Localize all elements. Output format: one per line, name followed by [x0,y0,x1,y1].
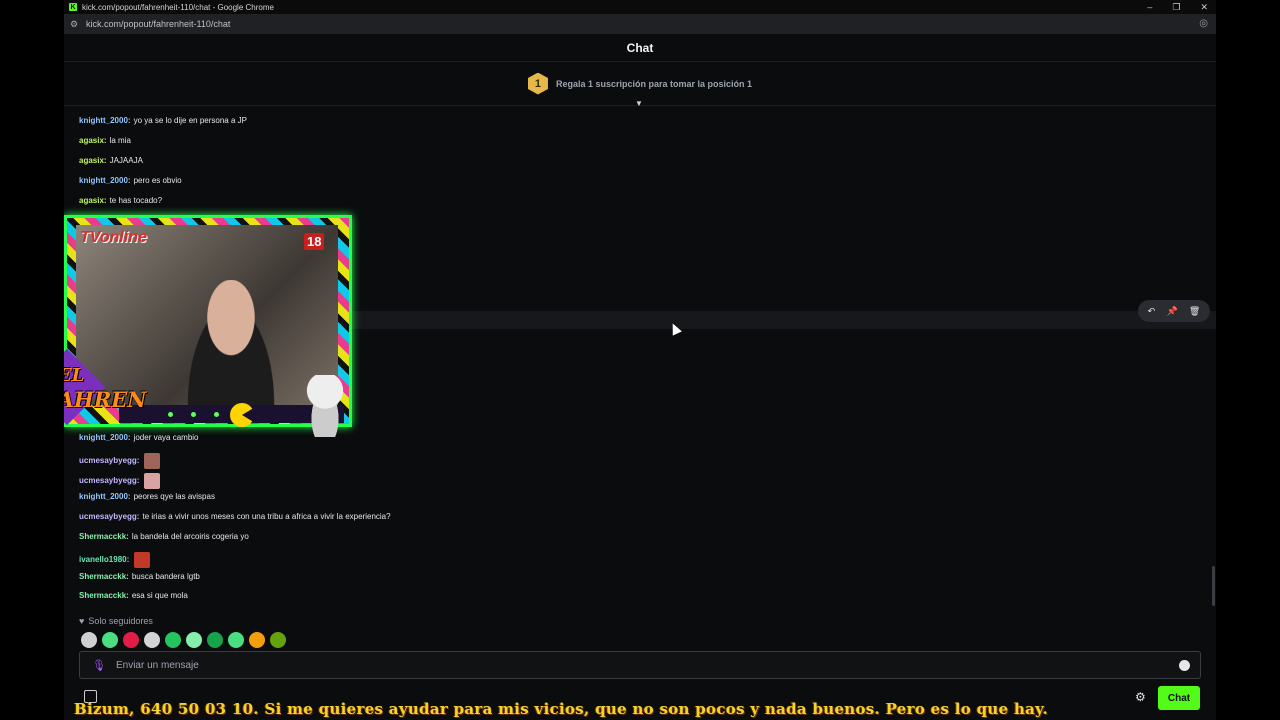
message-username[interactable]: agasix: [79,156,107,165]
quick-emote-icon[interactable] [123,632,139,648]
message-username[interactable]: knightt_2000: [79,116,131,125]
message-text: pero es obvio [133,176,182,185]
message-actions: ↶ 📌 🗑 [1138,300,1210,322]
restore-button[interactable]: ❐ [1172,2,1180,13]
chat-header: Chat [64,34,1216,62]
chat-message[interactable]: agasix: JAJAAJA [79,156,143,165]
message-username[interactable]: ucmesaybyegg: [79,512,139,521]
age-rating-badge: 18 [304,233,325,250]
window-title: kick.com/popout/fahrenheit-110/chat - Go… [82,2,274,12]
followers-only-notice: ♥ Solo seguidores [79,616,153,626]
emoji-picker-icon[interactable] [1179,660,1190,671]
reply-icon[interactable]: ↶ [1148,306,1156,317]
message-username[interactable]: Shermacckk: [79,532,129,541]
chat-message[interactable]: ucmesaybyegg: [79,472,161,489]
message-username[interactable]: agasix: [79,136,107,145]
close-button[interactable]: ✕ [1200,2,1208,13]
pellet-icon [191,412,196,417]
window-controls: – ❐ ✕ [1147,0,1208,14]
message-input[interactable]: 🎙 Enviar un mensaje [79,651,1201,679]
quick-emote-icon[interactable] [186,632,202,648]
delete-icon[interactable]: 🗑 [1189,306,1200,317]
donation-ticker: Bizum, 640 50 03 10. Si me quieres ayuda… [74,700,1048,718]
message-text: la bandela del arcoiris cogeria yo [131,532,249,541]
message-text: peores qye las avispas [133,492,215,502]
message-username[interactable]: ucmesaybyegg: [79,476,139,485]
message-username[interactable]: ivanello1980: [79,555,129,564]
webcam-overlay: TVonline 18 EL FAHREN [64,215,352,440]
quick-emote-icon[interactable] [207,632,223,648]
quick-emote-icon[interactable] [249,632,265,648]
message-username[interactable]: agasix: [79,196,107,205]
kick-favicon-icon: K [69,3,77,11]
message-username[interactable]: knightt_2000: [79,492,131,501]
leaderboard-text: Regala 1 suscripción para tomar la posic… [555,78,753,89]
browser-window: K kick.com/popout/fahrenheit-110/chat - … [64,0,1216,720]
message-text: la mia [109,136,131,145]
message-username[interactable]: ucmesaybyegg: [79,456,139,465]
address-bar[interactable]: ⚙ kick.com/popout/fahrenheit-110/chat ◎ [64,14,1216,34]
chat-message[interactable]: Shermacckk: esa si que mola [79,591,188,600]
quick-emote-icon[interactable] [81,632,97,648]
expand-pinned-icon[interactable]: ▼ [635,99,643,108]
emote-icon [134,551,151,568]
chat-message[interactable]: ucmesaybyegg: te irias a vivir unos meses… [79,512,391,521]
chat-title: Chat [626,40,654,55]
chat-message[interactable]: ucmesaybyegg: [79,452,161,469]
quick-emote-bar [81,632,286,648]
quick-emote-icon[interactable] [270,632,286,648]
quick-emote-icon[interactable] [228,632,244,648]
message-text: busca bandera lgtb [131,571,200,581]
message-text: te irias a vivir unos meses con una trib… [142,512,391,522]
followers-only-label: Solo seguidores [88,616,153,626]
site-settings-icon[interactable]: ⚙ [70,19,80,29]
title-bar: K kick.com/popout/fahrenheit-110/chat - … [64,0,1216,14]
chat-message[interactable]: knightt_2000: pero es obvio [79,176,182,185]
emote-icon [144,472,161,489]
message-username[interactable]: Shermacckk: [79,591,129,600]
logo-line1: EL [64,365,85,386]
message-text: esa si que mola [131,591,188,601]
eye-off-icon[interactable]: ◎ [1199,18,1208,29]
quick-emote-icon[interactable] [165,632,181,648]
chat-scrollbar[interactable] [1212,566,1215,606]
message-username[interactable]: knightt_2000: [79,176,131,185]
astronaut-icon [304,375,346,437]
chat-message[interactable]: knightt_2000: peores qye las avispas [79,492,215,501]
logo-line2: FAHREN [64,387,147,412]
message-text: te has tocado? [109,196,163,205]
tv-online-label: TVonline [80,229,147,246]
pin-icon[interactable]: 📌 [1166,306,1177,317]
chat-message[interactable]: Shermacckk: la bandela del arcoiris coger… [79,532,249,541]
position-badge: 1 [527,72,548,95]
url-text[interactable]: kick.com/popout/fahrenheit-110/chat [86,19,230,29]
chat-message[interactable]: ivanello1980: [79,551,151,568]
heart-icon: ♥ [79,616,85,626]
minimize-button[interactable]: – [1147,2,1152,12]
mic-icon[interactable]: 🎙 [92,659,106,672]
quick-emote-icon[interactable] [102,632,118,648]
message-placeholder: Enviar un mensaje [115,659,199,671]
chat-message[interactable]: agasix: te has tocado? [79,196,162,205]
message-text: yo ya se lo dije en persona a JP [133,116,247,125]
streamer-image [176,280,286,405]
pellet-icon [168,412,173,417]
chat-message[interactable]: agasix: la mia [79,136,131,145]
el-fahren-logo: EL FAHREN [64,348,154,435]
chat-message[interactable]: Shermacckk: busca bandera lgtb [79,572,200,581]
message-username[interactable]: Shermacckk: [79,572,129,581]
quick-emote-icon[interactable] [144,632,160,648]
chat-message[interactable]: knightt_2000: yo ya se lo dije en persona… [79,116,247,125]
pellet-icon [214,412,219,417]
emote-icon [144,452,161,469]
message-text: JAJAAJA [109,156,143,165]
